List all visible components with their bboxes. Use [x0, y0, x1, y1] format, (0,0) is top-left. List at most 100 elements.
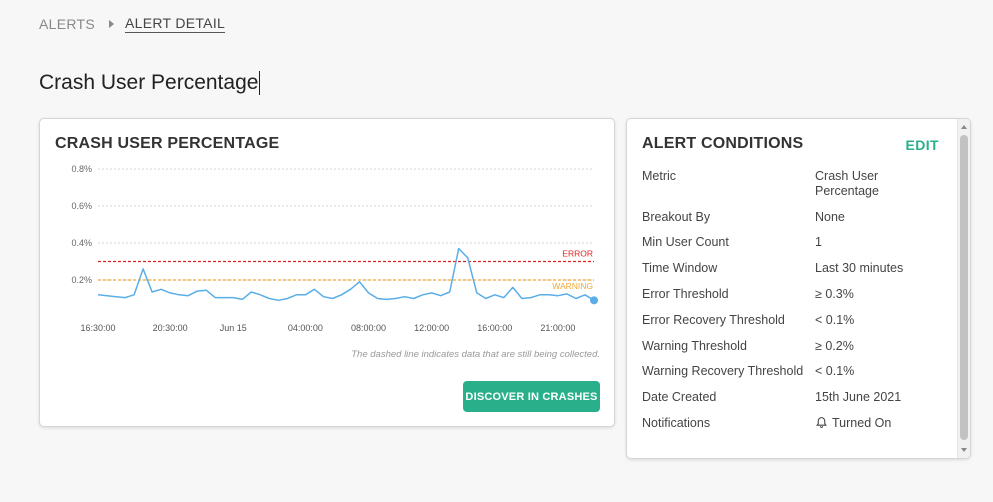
data-point	[278, 300, 279, 301]
condition-row: Warning Threshold ≥ 0.2%	[642, 339, 935, 354]
condition-label: Notifications	[642, 416, 711, 430]
condition-row: Notifications Turned On	[642, 416, 935, 431]
data-point	[260, 294, 261, 295]
crash-user-chart[interactable]: 0.2% 0.4% 0.6% 0.8% ERROR WARNING 16:30:00 20:3…	[40, 119, 616, 359]
data-point	[287, 298, 288, 299]
data-point	[512, 287, 513, 288]
condition-row: Error Recovery Threshold < 0.1%	[642, 313, 935, 328]
condition-value: 1	[815, 235, 822, 249]
condition-value: None	[815, 210, 845, 224]
condition-row: Warning Recovery Threshold < 0.1%	[642, 364, 935, 379]
condition-row: Time Window Last 30 minutes	[642, 261, 935, 276]
chevron-right-icon	[109, 20, 115, 28]
x-tick-label: 20:30:00	[153, 323, 188, 333]
data-point	[197, 291, 198, 292]
breadcrumb-current[interactable]: ALERT DETAIL	[125, 15, 226, 33]
condition-label: Error Recovery Threshold	[642, 313, 785, 327]
data-point	[215, 297, 216, 298]
discover-in-crashes-button[interactable]: DISCOVER IN CRASHES	[463, 381, 600, 412]
scroll-down-arrow-icon[interactable]	[961, 448, 967, 452]
condition-value: 15th June 2021	[815, 390, 902, 404]
data-point	[106, 295, 107, 296]
text-cursor	[259, 71, 261, 95]
data-point	[503, 297, 504, 298]
condition-row: Error Threshold ≥ 0.3%	[642, 287, 935, 302]
data-point	[557, 295, 558, 296]
condition-value: < 0.1%	[815, 313, 855, 327]
x-tick-label: 08:00:00	[351, 323, 386, 333]
condition-row: Metric Crash User Percentage	[642, 169, 935, 199]
data-point	[431, 292, 432, 293]
condition-row: Breakout By None	[642, 210, 935, 225]
condition-row: Min User Count 1	[642, 235, 935, 250]
data-point	[269, 298, 270, 299]
page-title[interactable]: Crash User Percentage	[39, 71, 258, 95]
data-point	[395, 298, 396, 299]
condition-label: Breakout By	[642, 210, 711, 224]
data-point	[332, 298, 333, 299]
series-line	[97, 247, 595, 302]
data-point	[142, 268, 143, 269]
condition-value: Last 30 minutes	[815, 261, 904, 275]
data-point	[133, 294, 134, 295]
data-point	[539, 294, 540, 295]
data-point	[521, 298, 522, 299]
condition-label: Metric	[642, 169, 677, 183]
data-point	[359, 281, 360, 282]
scrollbar[interactable]	[957, 119, 970, 458]
data-point	[224, 297, 225, 298]
breadcrumb-alerts-link[interactable]: ALERTS	[39, 16, 95, 32]
y-tick-label: 0.8%	[71, 164, 92, 174]
x-tick-label: 04:00:00	[288, 323, 323, 333]
alert-conditions-card: ALERT CONDITIONS EDIT Metric Crash User P…	[626, 118, 971, 459]
data-point	[404, 296, 405, 297]
x-tick-label: 21:00:00	[540, 323, 575, 333]
x-tick-label: Jun 15	[220, 323, 247, 333]
data-point	[251, 291, 252, 292]
x-tick-label: 16:30:00	[80, 323, 115, 333]
data-point	[124, 297, 125, 298]
condition-row: Date Created 15th June 2021	[642, 390, 935, 405]
data-point	[422, 294, 423, 295]
data-point	[575, 298, 576, 299]
x-tick-label: 16:00:00	[477, 323, 512, 333]
data-point	[305, 294, 306, 295]
notifications-status: Turned On	[832, 416, 892, 430]
data-point	[476, 292, 477, 293]
data-point	[440, 295, 441, 296]
data-point	[548, 294, 549, 295]
y-tick-label: 0.2%	[71, 275, 92, 285]
breadcrumb: ALERTS ALERT DETAIL	[39, 14, 226, 34]
scroll-up-arrow-icon[interactable]	[961, 125, 967, 129]
data-point	[584, 294, 585, 295]
data-point	[206, 290, 207, 291]
condition-label: Error Threshold	[642, 287, 729, 301]
error-threshold-label: ERROR	[562, 249, 593, 259]
data-point	[341, 294, 342, 295]
latest-data-point	[590, 296, 598, 305]
data-point	[242, 299, 243, 300]
scrollbar-thumb[interactable]	[960, 135, 968, 440]
condition-label: Warning Threshold	[642, 339, 747, 353]
data-point	[413, 298, 414, 299]
edit-button[interactable]: EDIT	[906, 137, 940, 153]
y-tick-label: 0.4%	[71, 238, 92, 248]
condition-label: Warning Recovery Threshold	[642, 364, 804, 378]
data-point	[115, 296, 116, 297]
alert-conditions-title: ALERT CONDITIONS	[642, 135, 804, 152]
data-point	[449, 291, 450, 292]
x-tick-label: 12:00:00	[414, 323, 449, 333]
data-point	[386, 299, 387, 300]
bell-icon	[816, 417, 827, 428]
data-point	[296, 294, 297, 295]
page-title-container[interactable]: Crash User Percentage	[39, 71, 261, 95]
chart-note: The dashed line indicates data that are …	[351, 349, 600, 360]
condition-value: < 0.1%	[815, 364, 855, 378]
data-point	[485, 298, 486, 299]
data-point	[170, 292, 171, 293]
data-point	[161, 289, 162, 290]
data-point	[179, 294, 180, 295]
condition-value: Crash User Percentage	[815, 169, 879, 198]
data-point	[323, 296, 324, 297]
data-point	[458, 248, 459, 249]
